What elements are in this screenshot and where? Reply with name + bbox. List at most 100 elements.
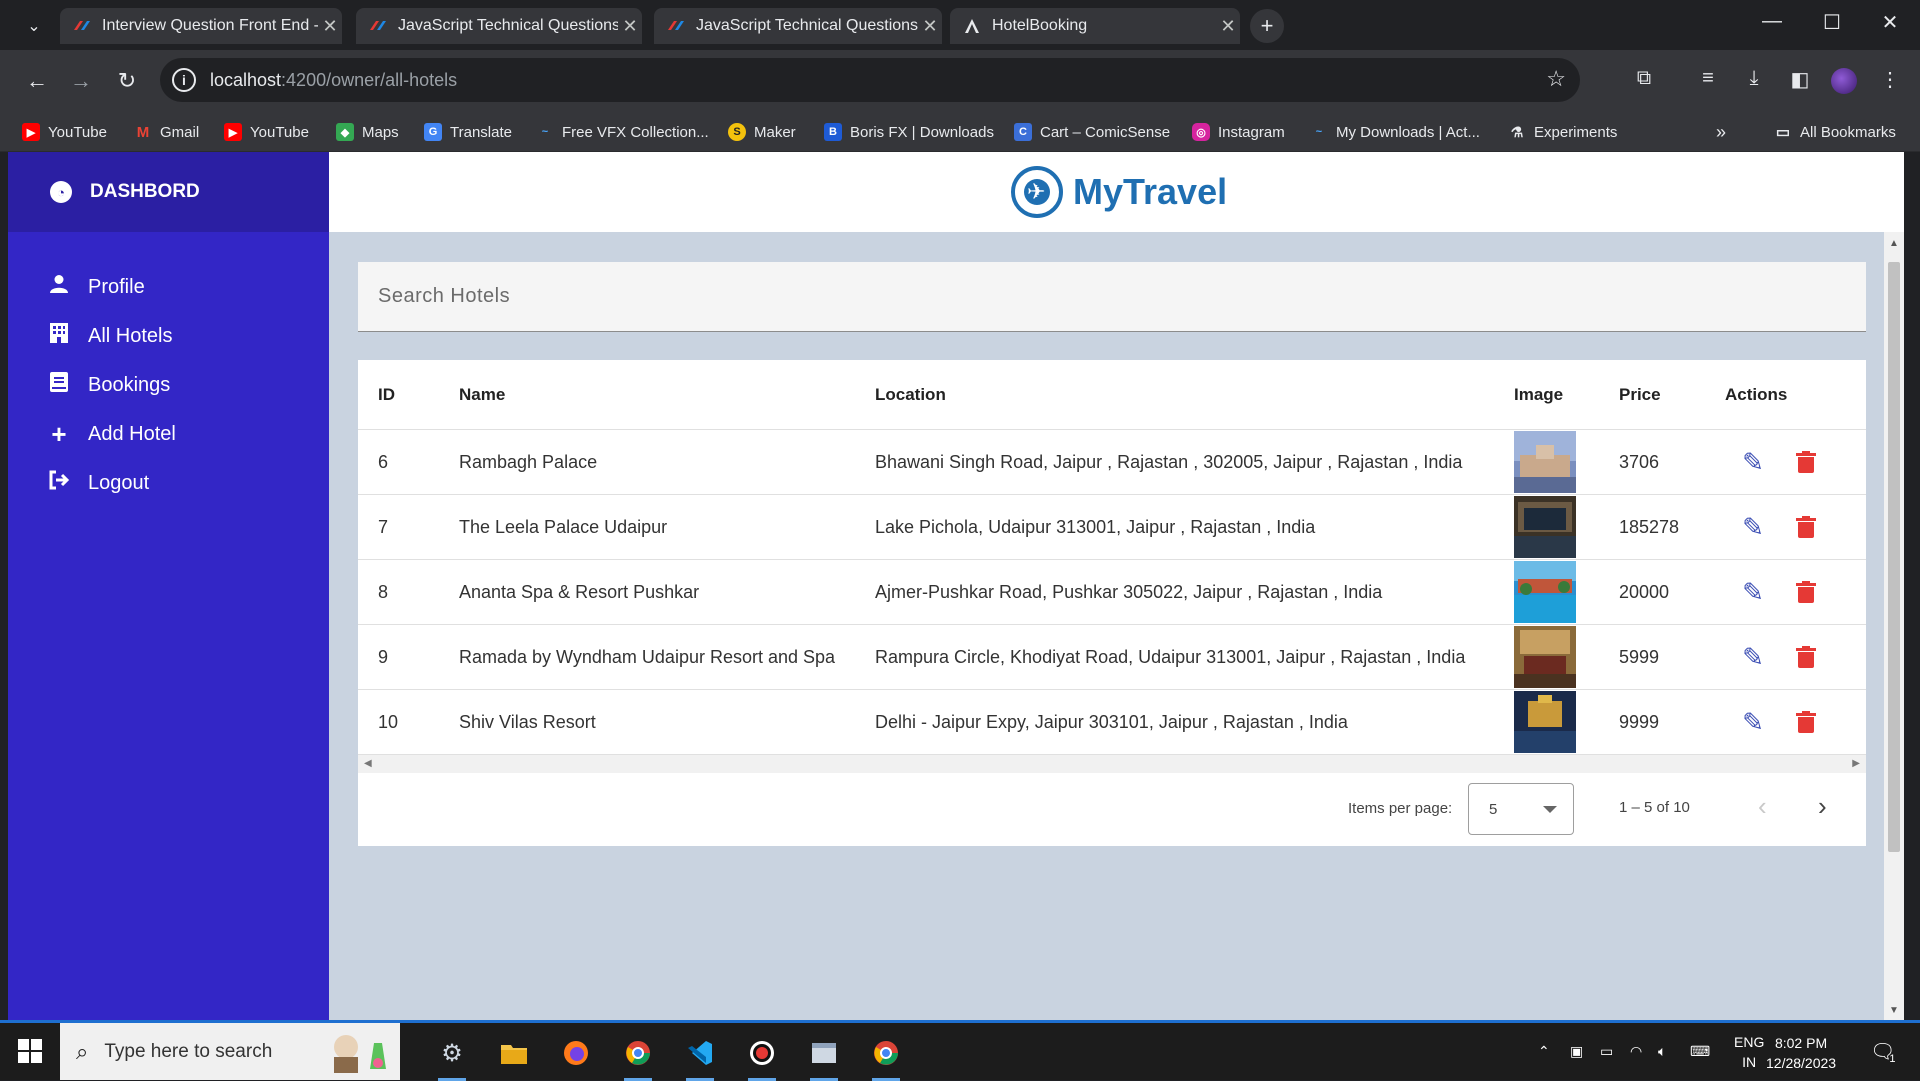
col-header-location[interactable]: Location (875, 360, 946, 429)
bookmark-my-downloads[interactable]: ~ My Downloads | Act... (1310, 112, 1480, 152)
search-input[interactable] (358, 285, 1866, 308)
more-bookmarks-icon[interactable]: » (1716, 112, 1726, 152)
scrollbar-thumb[interactable] (1888, 262, 1900, 852)
previous-page-icon[interactable]: ‹ (1758, 791, 1767, 822)
bookmark-borisfx[interactable]: B Boris FX | Downloads (824, 112, 994, 152)
close-tab-icon[interactable]: ✕ (918, 16, 942, 37)
edit-button[interactable]: ✎ (1738, 560, 1768, 624)
chrome-icon[interactable] (616, 1031, 660, 1081)
col-header-id[interactable]: ID (378, 360, 395, 429)
language-code: ENG (1734, 1033, 1765, 1050)
clock[interactable]: 8:02 PM 12/28/2023 (1766, 1033, 1836, 1073)
col-header-image[interactable]: Image (1514, 360, 1563, 429)
show-hidden-icons-icon[interactable]: ⌃ (1538, 1023, 1550, 1080)
wifi-icon[interactable]: ◠ (1630, 1023, 1642, 1080)
bookmark-maker[interactable]: S Maker (728, 112, 796, 152)
close-tab-icon[interactable]: ✕ (318, 16, 342, 37)
col-header-name[interactable]: Name (459, 360, 505, 429)
page-scrollbar[interactable]: ▲ ▼ (1884, 232, 1904, 1020)
bookmark-vfx[interactable]: ~ Free VFX Collection... (536, 112, 709, 152)
delete-button[interactable] (1796, 495, 1816, 559)
browser-tab-2[interactable]: JavaScript Technical Questions - ✕ (356, 8, 642, 44)
bookmark-youtube-2[interactable]: ▶ YouTube (224, 112, 309, 152)
cell-name: Shiv Vilas Resort (459, 711, 596, 732)
forward-icon[interactable]: → (66, 68, 96, 94)
windows-start-icon[interactable] (18, 1039, 42, 1063)
trash-icon (1796, 516, 1816, 538)
browser-tab-1[interactable]: Interview Question Front End - ✕ (60, 8, 342, 44)
vscode-icon[interactable] (678, 1031, 722, 1081)
items-per-page-select[interactable]: 5 (1468, 783, 1574, 835)
download-icon[interactable]: ⤓ (1740, 67, 1768, 90)
bookmark-youtube[interactable]: ▶ YouTube (22, 112, 107, 152)
browser-tab-3[interactable]: JavaScript Technical Questions - ✕ (654, 8, 942, 44)
screen-recorder-icon[interactable] (740, 1031, 784, 1081)
all-bookmarks[interactable]: ▭ All Bookmarks (1774, 112, 1896, 152)
delete-button[interactable] (1796, 625, 1816, 689)
chrome-profile-icon[interactable] (864, 1031, 908, 1081)
url-text[interactable]: localhost:4200/owner/all-hotels (210, 70, 457, 91)
bookmark-comicsense[interactable]: C Cart – ComicSense (1014, 112, 1170, 152)
minimize-icon[interactable]: — (1752, 10, 1792, 33)
bookmark-translate[interactable]: G Translate (424, 112, 512, 152)
close-tab-icon[interactable]: ✕ (1216, 16, 1240, 37)
new-tab-button[interactable]: + (1250, 9, 1284, 43)
hotel-thumbnail[interactable] (1514, 626, 1576, 688)
meet-now-icon[interactable]: ▣ (1570, 1023, 1583, 1080)
bookmark-maps[interactable]: ◆ Maps (336, 112, 399, 152)
maximize-icon[interactable]: ☐ (1812, 10, 1852, 35)
scroll-up-arrow-icon[interactable]: ▲ (1884, 238, 1904, 249)
tab-search-chevron-icon[interactable]: ⌄ (16, 8, 52, 44)
volume-icon[interactable]: 🔈︎ (1658, 1023, 1666, 1080)
sidebar-item-all-hotels[interactable]: All Hotels (48, 321, 172, 351)
battery-icon[interactable]: ▭ (1600, 1023, 1613, 1080)
next-page-icon[interactable]: › (1818, 791, 1827, 822)
scroll-right-arrow-icon[interactable]: ▶ (1852, 758, 1860, 769)
sidebar-item-profile[interactable]: Profile (48, 272, 145, 302)
close-window-icon[interactable]: ✕ (1870, 10, 1910, 35)
close-tab-icon[interactable]: ✕ (618, 16, 642, 37)
settings-gear-icon[interactable]: ⚙ (430, 1031, 474, 1081)
brand[interactable]: ✈ MyTravel (1011, 166, 1227, 218)
sidebar-header[interactable]: ◔ DASHBORD (8, 152, 329, 232)
bookmark-gmail[interactable]: M Gmail (134, 112, 199, 152)
edit-button[interactable]: ✎ (1738, 495, 1768, 559)
browser-tab-active[interactable]: HotelBooking ✕ (950, 8, 1240, 44)
address-bar[interactable]: i localhost:4200/owner/all-hotels ☆ (160, 58, 1580, 102)
keyboard-icon[interactable]: ⌨ (1690, 1023, 1710, 1080)
hotel-thumbnail[interactable] (1514, 561, 1576, 623)
edit-button[interactable]: ✎ (1738, 625, 1768, 689)
reload-icon[interactable]: ↻ (112, 68, 142, 94)
search-field[interactable] (358, 262, 1866, 332)
sidebar-item-logout[interactable]: Logout (48, 468, 149, 498)
hotel-thumbnail[interactable] (1514, 431, 1576, 493)
browser-menu-icon[interactable]: ⋮ (1876, 67, 1904, 92)
back-icon[interactable]: ← (22, 68, 52, 94)
edit-button[interactable]: ✎ (1738, 430, 1768, 494)
hotel-thumbnail[interactable] (1514, 691, 1576, 753)
sidebar-item-bookings[interactable]: Bookings (48, 370, 170, 400)
table-horizontal-scrollbar[interactable]: ◀ ▶ (358, 755, 1866, 773)
bookmark-star-icon[interactable]: ☆ (1546, 66, 1566, 92)
window-app-icon[interactable] (802, 1031, 846, 1081)
media-control-icon[interactable]: ≡ (1694, 67, 1722, 90)
language-indicator[interactable]: ENG IN (1734, 1023, 1764, 1080)
delete-button[interactable] (1796, 690, 1816, 754)
side-panel-icon[interactable]: ◧ (1786, 67, 1814, 92)
bookmark-instagram[interactable]: ◎ Instagram (1192, 112, 1285, 152)
sidebar-item-add-hotel[interactable]: + Add Hotel (48, 419, 175, 449)
scroll-left-arrow-icon[interactable]: ◀ (364, 758, 372, 769)
profile-avatar[interactable] (1831, 68, 1857, 94)
notification-center-icon[interactable]: 🗨︎ 1 (1870, 1023, 1896, 1080)
bookmark-experiments[interactable]: ⚗ Experiments (1508, 112, 1617, 152)
hotel-thumbnail[interactable] (1514, 496, 1576, 558)
delete-button[interactable] (1796, 560, 1816, 624)
firefox-icon[interactable] (554, 1031, 598, 1075)
file-explorer-icon[interactable] (492, 1031, 536, 1075)
delete-button[interactable] (1796, 430, 1816, 494)
scroll-down-arrow-icon[interactable]: ▼ (1884, 1005, 1904, 1016)
col-header-price[interactable]: Price (1619, 360, 1661, 429)
edit-button[interactable]: ✎ (1738, 690, 1768, 754)
site-info-icon[interactable]: i (172, 68, 196, 92)
extensions-icon[interactable]: ⧉ (1630, 67, 1658, 90)
